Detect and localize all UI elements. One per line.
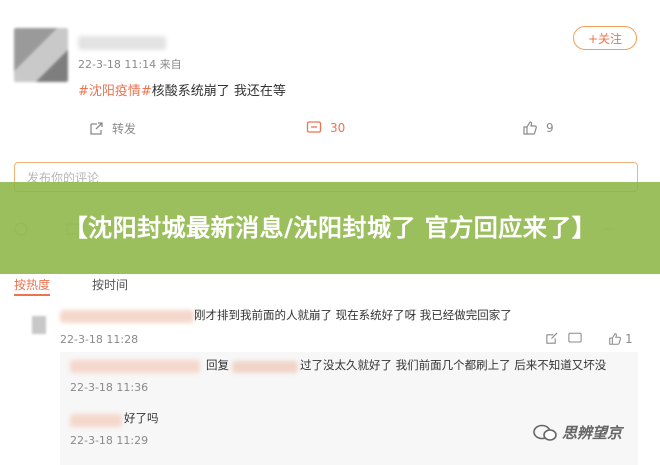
comment-reply-button[interactable] [545, 332, 558, 345]
comment-icon [568, 332, 582, 343]
post-action-bar: 转发 30 9 [0, 120, 660, 140]
repost-label: 转发 [112, 122, 137, 136]
reply-time: 22-3-18 11:36 [70, 381, 149, 394]
banner-title: 【沈阳封城最新消息/沈阳封城了 官方回应来了】 [63, 213, 597, 242]
thumbs-up-icon [523, 121, 537, 135]
comment-icon [306, 121, 322, 133]
username-blurred [78, 36, 166, 50]
like-button[interactable]: 9 [522, 120, 554, 136]
like-count: 9 [546, 121, 554, 135]
tab-sort-hot[interactable]: 按热度 [14, 276, 51, 296]
share-icon [90, 121, 103, 135]
comment-button[interactable]: 30 [306, 120, 345, 136]
comment-like-count: 1 [625, 332, 633, 346]
post-body: 核酸系统崩了 我还在等 [151, 84, 286, 99]
watermark-text: 思辨望京 [562, 424, 623, 442]
reply-username-blurred [70, 360, 200, 373]
comment-count: 30 [330, 121, 346, 135]
reply-text: 过了没太久就好了 我们前面几个都刷上了 后来不知道又坏没 [300, 358, 607, 372]
replies-panel: 回复 过了没太久就好了 我们前面几个都刷上了 后来不知道又坏没 22-3-18 … [60, 352, 638, 465]
post-time: 22-3-18 11:14 来自 [78, 58, 182, 71]
reply-mention-blurred [232, 361, 298, 373]
repost-button[interactable]: 转发 [88, 120, 136, 137]
wechat-icon [533, 424, 557, 441]
comment-text: 刚才排到我前面的人就崩了 现在系统好了呀 我已经做完回家了 [194, 308, 512, 322]
comment-comment-button[interactable] [568, 332, 582, 345]
reply-username-blurred [70, 414, 122, 427]
watermark: 思辨望京 [532, 422, 622, 443]
reply-prefix: 回复 [206, 358, 229, 372]
user-avatar[interactable] [14, 28, 68, 82]
reply-time: 22-3-18 11:29 [70, 434, 149, 447]
comment-username-blurred [60, 310, 194, 323]
reply-text: 好了吗 [124, 411, 159, 425]
comment-like-button[interactable]: 1 [608, 332, 633, 346]
post-content: #沈阳疫情#核酸系统崩了 我还在等 [78, 80, 286, 99]
tab-sort-time[interactable]: 按时间 [92, 276, 128, 293]
comment-avatar[interactable] [32, 316, 46, 334]
topic-tag[interactable]: #沈阳疫情# [78, 84, 152, 99]
comment-time: 22-3-18 11:28 [60, 333, 139, 346]
follow-button[interactable]: +关注 [573, 26, 637, 50]
thumbs-up-icon [609, 333, 622, 345]
headline-banner: 【沈阳封城最新消息/沈阳封城了 官方回应来了】 [0, 182, 660, 274]
reply-icon [546, 332, 558, 344]
